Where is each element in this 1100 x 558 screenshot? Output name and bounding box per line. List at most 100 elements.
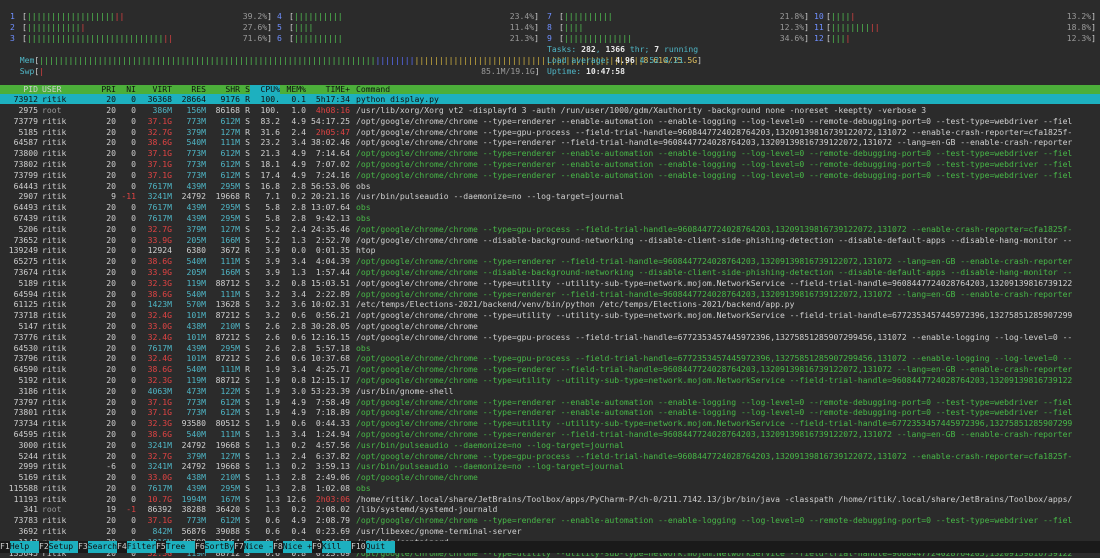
col-cpu[interactable]: CPU% <box>250 85 280 94</box>
process-row[interactable]: 3692 ritik 20 0 842M 56876 39088 S 0.6 0.4 0:23.69… <box>0 526 1100 537</box>
process-s: S <box>245 407 250 418</box>
process-row[interactable]: 5192 ritik 20 0 32.3G 119M 88712 S 1.9 0.8 12:15.1… <box>0 375 1100 386</box>
col-state[interactable]: S <box>240 85 250 94</box>
process-row[interactable]: 3000 ritik 20 0 3241M 24792 19668 S 1.3 0.2 4:57.5… <box>0 440 1100 451</box>
process-user: ritik <box>42 191 67 202</box>
process-virt: 3241M <box>147 439 172 450</box>
process-virt: 7617M <box>147 212 172 223</box>
selected-process-row[interactable]: 73912 ritik 20 0 36368 28664 9176 R 100. 0.1 5h17:… <box>0 94 1100 104</box>
process-shr: 612M <box>220 407 241 418</box>
process-shr: 87212 <box>215 353 240 364</box>
process-row[interactable]: 341 root 19 -1 86392 38288 36420 S 1.3 0.2 2:08.02… <box>0 504 1100 515</box>
process-ni: 0 <box>131 245 136 256</box>
process-shr: 295M <box>220 180 241 191</box>
process-row[interactable]: 115588 ritik 20 0 7617M 439M 295M S 1.3 2.8 1:02.0… <box>0 483 1100 494</box>
process-mem: 0.0 <box>291 245 306 256</box>
process-s: S <box>245 504 250 515</box>
process-row[interactable]: 64590 ritik 20 0 38.6G 540M 111M R 1.9 3.4 4:25.71… <box>0 364 1100 375</box>
fkey-f5[interactable]: F5 <box>156 541 166 553</box>
process-ni: 0 <box>131 526 136 537</box>
cpu-bar: |||||||||||||| <box>563 33 633 43</box>
process-row[interactable]: 73779 ritik 20 0 37.1G 773M 612M S 83.2 4.9 54:17.… <box>0 116 1100 127</box>
process-pri: 20 <box>106 493 116 504</box>
process-time: 56:53.06 <box>311 180 350 191</box>
process-row[interactable]: 3186 ritik 20 0 4063M 473M 122M S 1.9 3.0 53:23.39… <box>0 386 1100 397</box>
cpu-meter-6: 6[|||||||||| 21.3%] <box>277 33 539 43</box>
fkey-f7[interactable]: F7 <box>234 541 244 553</box>
process-row[interactable]: 64443 ritik 20 0 7617M 439M 295M S 16.8 2.8 56:53.… <box>0 181 1100 192</box>
col-mem[interactable]: MEM% <box>280 85 307 94</box>
process-row[interactable]: 73800 ritik 20 0 37.1G 773M 612M S 21.3 4.9 7:14.6… <box>0 148 1100 159</box>
fkey-f4[interactable]: F4 <box>117 541 127 553</box>
process-s: S <box>245 137 250 148</box>
col-command[interactable]: Command <box>350 85 390 94</box>
process-row[interactable]: 64530 ritik 20 0 7617M 439M 295M S 2.6 2.8 5:57.18… <box>0 343 1100 354</box>
col-res[interactable]: RES <box>172 85 206 94</box>
fkey-f10[interactable]: F10 <box>351 541 366 553</box>
fkey-f3[interactable]: F3 <box>78 541 88 553</box>
process-row[interactable]: 5169 ritik 20 0 33.0G 438M 210M S 1.3 2.8 2:49.06 /… <box>0 472 1100 483</box>
process-row[interactable]: 64594 ritik 20 0 38.6G 540M 111M S 3.2 3.4 2:22.89… <box>0 289 1100 300</box>
process-row[interactable]: 73783 ritik 20 0 37.1G 773M 612M S 0.6 4.9 2:08.79… <box>0 515 1100 526</box>
col-ni[interactable]: NI <box>116 85 136 94</box>
process-row[interactable]: 61125 ritik 20 0 1423M 570M 13628 S 3.2 3.6 10:02.… <box>0 299 1100 310</box>
process-row[interactable]: 5147 ritik 20 0 33.0G 438M 210M S 2.6 2.8 30:28.05… <box>0 321 1100 332</box>
process-row[interactable]: 2999 ritik -6 0 3241M 24792 19668 S 1.3 0.2 3:59.1… <box>0 461 1100 472</box>
process-row[interactable]: 73797 ritik 20 0 37.1G 773M 612M S 1.9 4.9 7:58.49… <box>0 397 1100 408</box>
selected-res: 28664 <box>181 94 206 104</box>
process-row[interactable]: 139249 ritik 20 0 12924 6380 3672 R 3.9 0.0 0:01.3… <box>0 245 1100 256</box>
process-row[interactable]: 67439 ritik 20 0 7617M 439M 295M S 5.8 2.8 9:42.13… <box>0 213 1100 224</box>
fkey-f1[interactable]: F1 <box>0 541 10 553</box>
process-ni: 0 <box>131 234 136 245</box>
col-pri[interactable]: PRI <box>98 85 116 94</box>
column-header[interactable]: PID USER PRI NI VIRT RES SHR S CPU% MEM% TIME+ Comm… <box>0 85 1100 94</box>
col-shr[interactable]: SHR <box>206 85 240 94</box>
col-user[interactable]: USER <box>38 85 98 94</box>
process-s: S <box>245 482 250 493</box>
process-time: 10:02.31 <box>311 299 350 310</box>
fkey-f9[interactable]: F9 <box>312 541 322 553</box>
process-row[interactable]: 5185 ritik 20 0 32.7G 379M 127M R 31.6 2.4 2h05:47… <box>0 127 1100 138</box>
col-pid[interactable]: PID <box>0 85 38 94</box>
process-user: ritik <box>42 137 67 148</box>
selected-state: R <box>245 94 250 104</box>
col-virt[interactable]: VIRT <box>136 85 173 94</box>
process-row[interactable]: 2907 ritik 9 -11 3241M 24792 19668 R 7.1 0.2 20:21… <box>0 191 1100 202</box>
process-row[interactable]: 64493 ritik 20 0 7617M 439M 295M S 5.8 2.8 13:07.6… <box>0 202 1100 213</box>
process-row[interactable]: 73734 ritik 20 0 32.3G 93580 80512 S 1.9 0.6 0:44.… <box>0 418 1100 429</box>
process-row[interactable]: 2975 root 20 0 386M 156M 86168 R 100. 1.0 4h08:16 /… <box>0 105 1100 116</box>
process-virt: 386M <box>152 105 173 115</box>
process-command: htop <box>356 245 376 256</box>
process-row[interactable]: 5244 ritik 20 0 32.7G 379M 127M S 1.3 2.4 6:37.82 /… <box>0 451 1100 462</box>
process-cpu: 1.9 <box>265 396 280 407</box>
fkey-f2[interactable]: F2 <box>39 541 49 553</box>
process-time: 6:37.82 <box>315 450 350 461</box>
process-row[interactable]: 73776 ritik 20 0 32.4G 101M 87212 S 2.6 0.6 12:16.… <box>0 332 1100 343</box>
process-shr: 612M <box>220 158 241 169</box>
process-row[interactable]: 11193 ritik 20 0 10.7G 1994M 167M S 1.3 12.6 2h03:… <box>0 494 1100 505</box>
fkey-f8[interactable]: F8 <box>273 541 283 553</box>
process-row[interactable]: 64595 ritik 20 0 38.6G 540M 111M S 1.3 3.4 1:24.94… <box>0 429 1100 440</box>
process-row[interactable]: 73652 ritik 20 0 33.9G 205M 166M S 5.2 1.3 2:52.70… <box>0 235 1100 246</box>
process-list[interactable]: 2975 root 20 0 386M 156M 86168 R 100. 1.0 4h08:16/… <box>0 105 1100 558</box>
fkey-label: Nice - <box>243 541 273 553</box>
process-ni: 0 <box>131 353 136 364</box>
process-row[interactable]: 73801 ritik 20 0 37.1G 773M 612M S 1.9 4.9 7:18.89… <box>0 407 1100 418</box>
col-time[interactable]: TIME+ <box>306 85 350 94</box>
process-row[interactable]: 5206 ritik 20 0 32.7G 379M 127M S 5.2 2.4 24:35.46… <box>0 224 1100 235</box>
process-s: S <box>245 515 250 526</box>
process-user: ritik <box>42 450 67 461</box>
process-mem: 0.8 <box>291 277 306 288</box>
process-row[interactable]: 73796 ritik 20 0 32.4G 101M 87212 S 2.6 0.6 10:37.… <box>0 353 1100 364</box>
process-row[interactable]: 73674 ritik 20 0 33.9G 205M 166M S 3.9 1.3 1:57.44… <box>0 267 1100 278</box>
process-user: ritik <box>42 148 67 159</box>
fkey-f6[interactable]: F6 <box>195 541 205 553</box>
process-row[interactable]: 5189 ritik 20 0 32.3G 119M 88712 S 3.2 0.8 15:03.5… <box>0 278 1100 289</box>
process-row[interactable]: 65275 ritik 20 0 38.6G 540M 111M S 3.9 3.4 4:04.39… <box>0 256 1100 267</box>
process-row[interactable]: 73718 ritik 20 0 32.4G 101M 87212 S 3.2 0.6 0:56.2… <box>0 310 1100 321</box>
process-row[interactable]: 64587 ritik 20 0 38.6G 540M 111M S 23.2 3.4 38:02.… <box>0 137 1100 148</box>
process-row[interactable]: 73799 ritik 20 0 37.1G 773M 612M S 17.4 4.9 7:24.1… <box>0 170 1100 181</box>
process-user: ritik <box>42 277 67 288</box>
process-row[interactable]: 73802 ritik 20 0 37.1G 773M 612M S 18.1 4.9 7:07.0… <box>0 159 1100 170</box>
process-pid: 2999 <box>18 461 39 472</box>
